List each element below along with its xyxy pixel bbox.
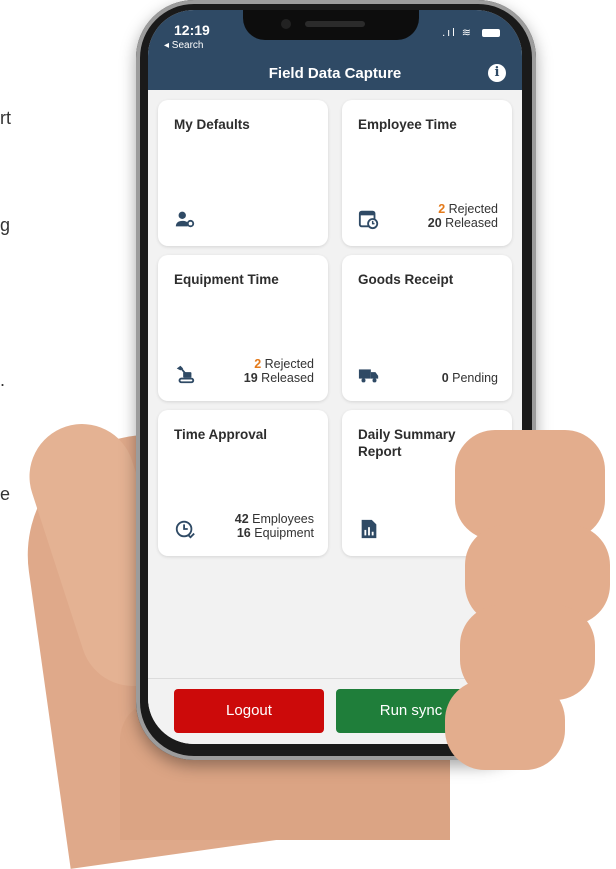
- employees-count: 42: [234, 512, 249, 526]
- tile-stats: 0 Pending: [442, 371, 498, 385]
- tile-goods-receipt[interactable]: Goods Receipt 0 Pending: [342, 255, 512, 401]
- rejected-label: Rejected: [448, 202, 498, 216]
- released-count: 19: [243, 371, 258, 385]
- excavator-icon: [176, 365, 195, 384]
- rejected-count: 2: [438, 202, 446, 216]
- hand-finger-index: [455, 430, 605, 540]
- released-label: Released: [445, 216, 498, 230]
- rejected-label: Rejected: [264, 357, 314, 371]
- camera: [281, 19, 291, 29]
- truck-icon: [358, 369, 379, 383]
- released-label: Released: [261, 371, 314, 385]
- logout-button[interactable]: Logout: [174, 689, 324, 733]
- rejected-count: 2: [254, 357, 262, 371]
- employees-label: Employees: [252, 512, 314, 526]
- equipment-label: Equipment: [254, 526, 314, 540]
- back-to-search-link[interactable]: ◂ Search: [164, 40, 203, 51]
- tile-title: Time Approval: [174, 427, 268, 442]
- tile-title: Goods Receipt: [358, 272, 454, 287]
- hand-finger-little: [445, 680, 565, 770]
- info-icon[interactable]: i: [488, 64, 506, 82]
- tile-stats: 2 Rejected 20 Released: [428, 202, 498, 230]
- tile-my-defaults[interactable]: My Defaults: [158, 100, 328, 246]
- tile-title: Employee Time: [358, 117, 457, 132]
- pending-count: 0: [441, 371, 449, 385]
- signal-icon: .ıl: [442, 27, 457, 39]
- tile-stats: 42 Employees 16 Equipment: [235, 512, 314, 540]
- edge-text-2: g: [0, 215, 11, 235]
- tile-time-approval[interactable]: Time Approval 42 Employees 16 Equipment: [158, 410, 328, 556]
- status-icons: .ıl ≋: [442, 26, 500, 39]
- edge-text-4: e: [0, 484, 11, 504]
- wifi-icon: ≋: [461, 27, 473, 39]
- edge-text-1: rt: [0, 108, 11, 128]
- battery-icon: [482, 29, 500, 38]
- calendar-clock-icon: [358, 210, 379, 230]
- pending-label: Pending: [452, 371, 498, 385]
- status-time: 12:19: [174, 22, 210, 38]
- tile-employee-time[interactable]: Employee Time 2 Rejected 20 Released: [342, 100, 512, 246]
- speaker: [305, 21, 365, 27]
- clock-check-icon: [175, 520, 195, 539]
- equipment-count: 16: [236, 526, 251, 540]
- released-count: 20: [427, 216, 442, 230]
- tile-title: My Defaults: [174, 117, 250, 132]
- page-title: Field Data Capture: [268, 65, 402, 82]
- report-chart-icon: [361, 519, 377, 539]
- edge-text-3: .: [0, 370, 6, 390]
- phone-notch: [243, 10, 419, 40]
- tile-equipment-time[interactable]: Equipment Time 2 Rejected 19 Released: [158, 255, 328, 401]
- tile-stats: 2 Rejected 19 Released: [244, 357, 314, 385]
- tile-title: Equipment Time: [174, 272, 279, 287]
- user-settings-icon: [175, 211, 195, 228]
